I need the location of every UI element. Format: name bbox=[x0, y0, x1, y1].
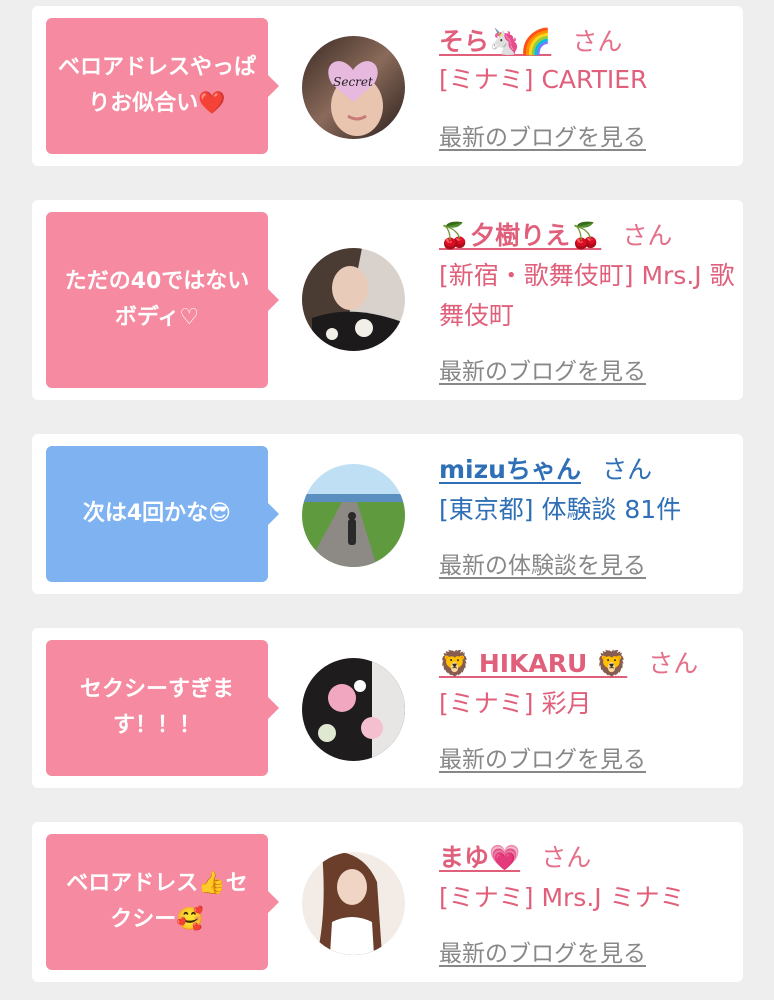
user-name-link[interactable]: 🍒夕樹りえ🍒 bbox=[439, 221, 601, 250]
comment-card: ベロアドレス👍セクシー🥰 まゆ💗 さん [ミナミ] Mrs.J ミナミ 最新のブ… bbox=[32, 822, 743, 982]
woman-photo-avatar-icon bbox=[302, 248, 405, 351]
latest-blog-link[interactable]: 最新のブログを見る bbox=[439, 934, 646, 968]
honorific: さん bbox=[602, 455, 653, 484]
comment-card: ベロアドレスやっぱりお似合い❤️ Secret そら🦄🌈 さん [ミナミ] CA… bbox=[32, 6, 743, 166]
floral-dress-avatar-icon bbox=[302, 658, 405, 761]
shop-info: [ミナミ] Mrs.J ミナミ bbox=[439, 883, 685, 912]
comment-bubble: セクシーすぎます！！！ bbox=[46, 640, 279, 776]
comment-bubble: 次は4回かな😎 bbox=[46, 446, 279, 582]
honorific: さん bbox=[572, 27, 623, 56]
comment-card: ただの40ではないボディ♡ 🍒夕樹りえ🍒 さん [新宿・歌舞伎町] Mrs.J … bbox=[32, 200, 743, 400]
long-hair-avatar-icon bbox=[302, 852, 405, 955]
name-row: そら🦄🌈 さん bbox=[439, 22, 622, 58]
latest-review-link[interactable]: 最新の体験談を見る bbox=[439, 546, 646, 580]
shop-info: [ミナミ] CARTIER bbox=[439, 65, 648, 94]
comment-text: ただの40ではないボディ♡ bbox=[64, 269, 250, 330]
comment-bubble: ベロアドレスやっぱりお似合い❤️ bbox=[46, 18, 279, 154]
heart-secret-avatar-icon: Secret bbox=[302, 36, 405, 139]
avatar[interactable] bbox=[302, 852, 405, 955]
comment-card: セクシーすぎます！！！ 🦁 HIKARU 🦁 さん [ミナミ] 彩月 最新のブロ… bbox=[32, 628, 743, 788]
user-name-link[interactable]: 🦁 HIKARU 🦁 bbox=[439, 649, 627, 678]
name-row: 🦁 HIKARU 🦁 さん bbox=[439, 644, 698, 680]
name-row: mizuちゃん さん bbox=[439, 450, 652, 486]
honorific: さん bbox=[648, 649, 699, 678]
latest-blog-link[interactable]: 最新のブログを見る bbox=[439, 740, 646, 774]
review-info: [東京都] 体験談 81件 bbox=[439, 495, 682, 524]
name-row: まゆ💗 さん bbox=[439, 838, 591, 874]
comment-text: ベロアドレス👍セクシー🥰 bbox=[66, 871, 248, 932]
shop-info: [新宿・歌舞伎町] Mrs.J 歌舞伎町 bbox=[439, 261, 735, 330]
comment-text: ベロアドレスやっぱりお似合い❤️ bbox=[57, 55, 256, 116]
comment-bubble: ただの40ではないボディ♡ bbox=[46, 212, 279, 388]
avatar[interactable] bbox=[302, 248, 405, 351]
comment-text: セクシーすぎます！！！ bbox=[79, 677, 234, 738]
latest-blog-link[interactable]: 最新のブログを見る bbox=[439, 118, 646, 152]
shop-info: [ミナミ] 彩月 bbox=[439, 689, 592, 718]
comment-bubble: ベロアドレス👍セクシー🥰 bbox=[46, 834, 279, 970]
user-name-link[interactable]: まゆ💗 bbox=[439, 843, 520, 872]
user-name-link[interactable]: mizuちゃん bbox=[439, 455, 581, 484]
avatar[interactable] bbox=[302, 464, 405, 567]
avatar[interactable] bbox=[302, 658, 405, 761]
user-name-link[interactable]: そら🦄🌈 bbox=[439, 27, 551, 56]
honorific: さん bbox=[541, 843, 592, 872]
name-row: 🍒夕樹りえ🍒 さん bbox=[439, 216, 672, 252]
honorific: さん bbox=[622, 221, 673, 250]
comment-text: 次は4回かな😎 bbox=[82, 501, 232, 526]
road-landscape-avatar-icon bbox=[302, 464, 405, 567]
avatar[interactable]: Secret bbox=[302, 36, 405, 139]
comment-card: 次は4回かな😎 mizuちゃん さん [東京都] 体験談 81件 最新の体験談を… bbox=[32, 434, 743, 594]
avatar-label: Secret bbox=[333, 75, 373, 89]
latest-blog-link[interactable]: 最新のブログを見る bbox=[439, 352, 646, 386]
